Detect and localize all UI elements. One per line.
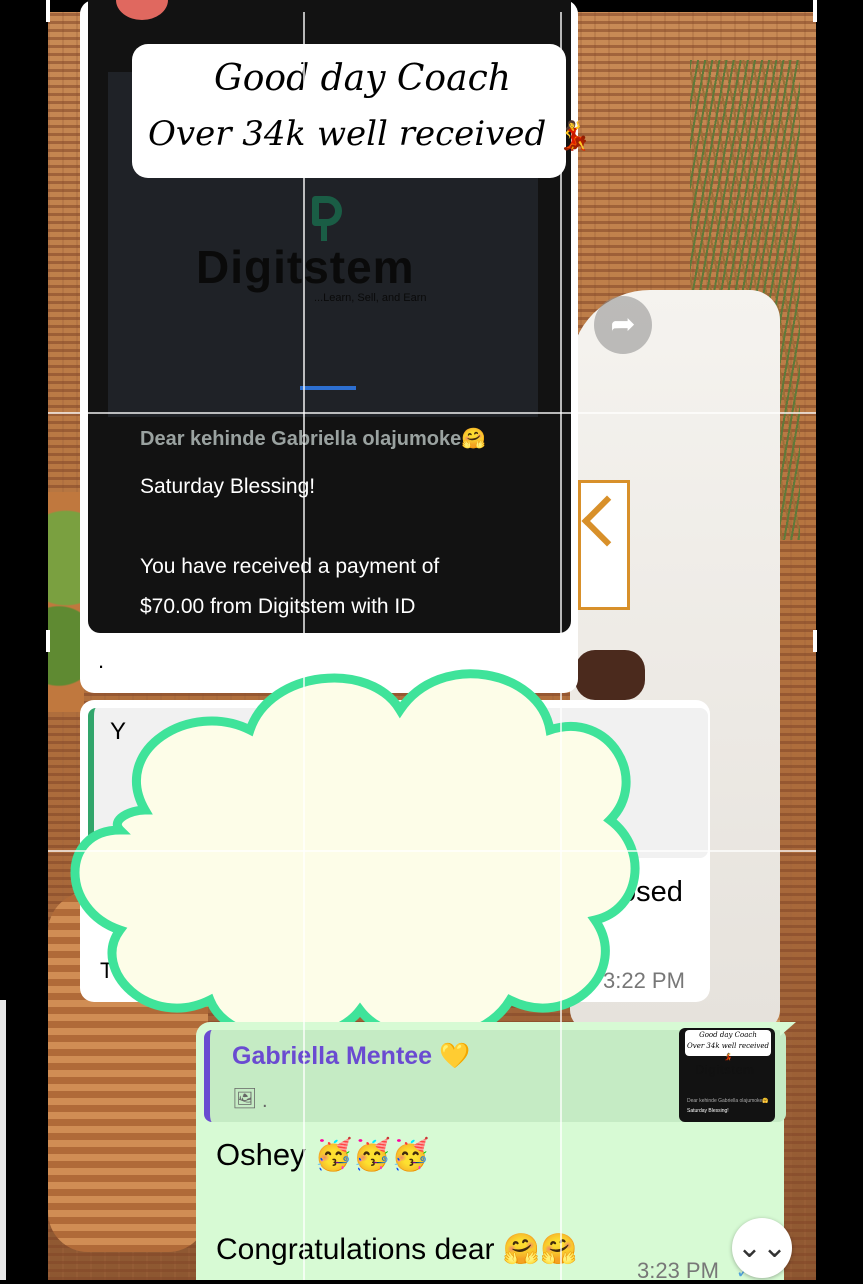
forward-button[interactable]: ➦ [594, 296, 652, 354]
crop-grid-line [48, 412, 816, 414]
greeting-text: Dear kehinde Gabriella olajumoke🤗 [140, 428, 487, 450]
logo-tagline: ...Learn, Sell, and Earn [314, 292, 427, 304]
double-chevron-down-icon: ⌄⌄ [736, 1231, 788, 1264]
suit-embroidery [578, 480, 630, 610]
thumbnail-banner-line2: Over 34k well received 💃 [687, 1042, 769, 1061]
digitstem-logo-icon [312, 196, 342, 241]
screen-edge [0, 1000, 6, 1280]
image-banner: Good day Coach Over 34k well received 💃 [132, 44, 592, 178]
thumbnail-logo: Digitstem [695, 1062, 755, 1077]
cloud-shape [70, 669, 640, 1044]
blessing-text: Saturday Blessing! [140, 475, 316, 498]
banner-line2: Over 34k well received 💃 [148, 114, 592, 154]
crop-handle[interactable] [813, 0, 817, 22]
crop-grid-line [560, 12, 562, 1280]
crop-grid-line [48, 850, 816, 852]
quoted-sender-name: Gabriella Mentee 💛 [232, 1042, 471, 1070]
banner-line2-text: Over 34k well received [148, 114, 547, 154]
forward-arrow-icon: ➦ [610, 308, 636, 341]
quoted-caption: . [262, 1090, 268, 1112]
payment-text-1: You have received a payment of [140, 555, 440, 578]
crop-handle[interactable] [813, 630, 817, 652]
quoted-thumbnail[interactable]: Good day Coach Over 34k well received 💃 … [679, 1028, 775, 1122]
crop-handle[interactable] [46, 630, 50, 652]
thumbnail-banner-line1: Good day Coach [699, 1031, 757, 1039]
image-icon: 🖼 [232, 1088, 258, 1110]
dancer-icon: 💃 [557, 119, 592, 152]
reply-text-line2: Congratulations dear 🤗🤗 [216, 1233, 578, 1266]
reply-text-line1: Oshey 🥳🥳🥳 [216, 1137, 431, 1172]
crop-grid-line [303, 12, 305, 1280]
reply-time: 3:23 PM [637, 1258, 719, 1283]
loading-bar [300, 386, 356, 390]
banner-line1: Good day Coach [214, 58, 511, 99]
scroll-to-bottom-button[interactable]: ⌄⌄ [732, 1218, 792, 1278]
logo-name: Digitstem [196, 241, 415, 293]
thumbnail-greeting: Dear kehinde Gabriella olajumoke🤗 [687, 1098, 769, 1104]
payment-text-2: $70.00 from Digitstem with ID [140, 595, 416, 618]
bubble-tail [780, 1022, 796, 1036]
crop-handle[interactable] [46, 0, 50, 22]
thumbnail-blessing: Saturday Blessing! [687, 1108, 729, 1114]
avatar [116, 0, 168, 20]
thumbnail-banner: Good day Coach Over 34k well received 💃 [685, 1030, 771, 1061]
